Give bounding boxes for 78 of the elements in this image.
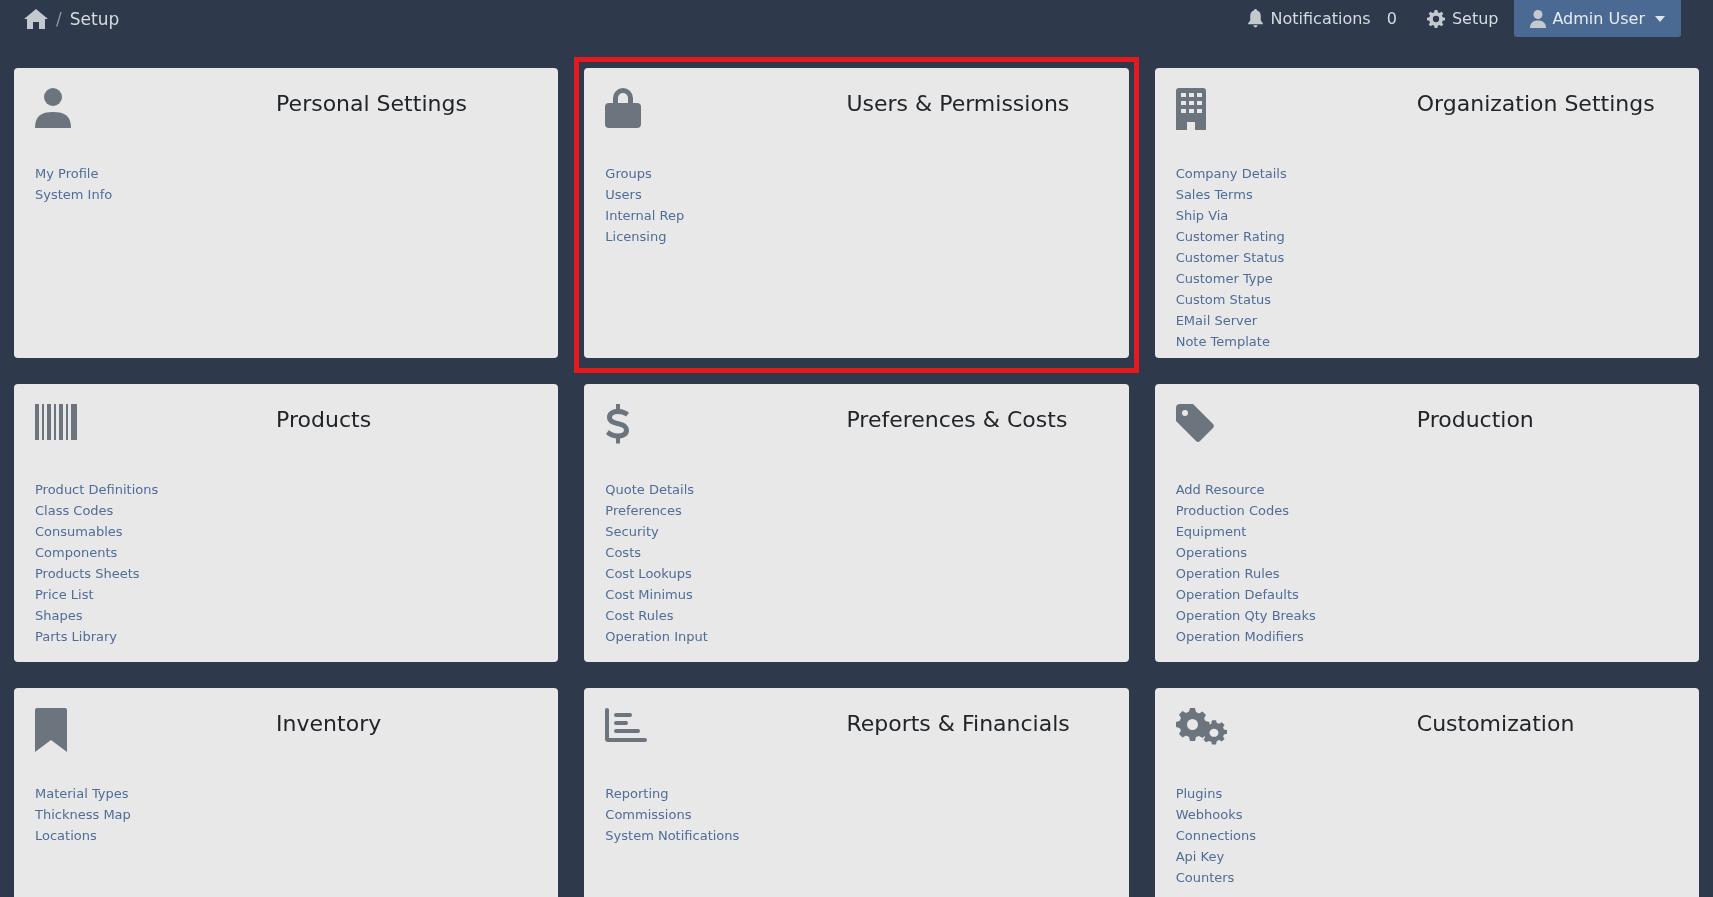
notifications-count: 0 <box>1386 9 1397 28</box>
settings-link[interactable]: Webhooks <box>1175 804 1243 825</box>
settings-link[interactable]: Production Codes <box>1175 500 1289 521</box>
settings-link[interactable]: System Notifications <box>605 825 740 846</box>
settings-link[interactable]: System Info <box>35 184 113 205</box>
user-menu-button[interactable]: Admin User <box>1514 0 1681 37</box>
settings-link[interactable]: Shapes <box>35 605 83 626</box>
card-title: Products <box>276 406 373 432</box>
settings-link[interactable]: Operation Rules <box>1175 563 1280 584</box>
settings-link[interactable]: Ship Via <box>1175 205 1229 226</box>
lock-icon <box>605 88 642 128</box>
home-icon[interactable] <box>24 9 48 29</box>
settings-link[interactable]: Components <box>35 542 118 563</box>
person-icon <box>35 88 71 128</box>
settings-link[interactable]: Customer Type <box>1175 268 1273 289</box>
bar-chart-icon <box>605 708 648 744</box>
settings-link[interactable]: Quote Details <box>605 479 695 500</box>
settings-link[interactable]: Preferences <box>605 500 682 521</box>
settings-link[interactable]: Licensing <box>605 226 667 247</box>
settings-link[interactable]: Operations <box>1175 542 1248 563</box>
settings-link[interactable]: Plugins <box>1175 783 1223 804</box>
settings-link[interactable]: My Profile <box>35 163 99 184</box>
settings-link[interactable]: Reporting <box>605 783 669 804</box>
settings-link[interactable]: Operation Modifiers <box>1175 626 1304 647</box>
settings-link[interactable]: Customer Rating <box>1175 226 1285 247</box>
settings-link[interactable]: Sales Terms <box>1175 184 1253 205</box>
card-title: Users & Permissions <box>846 90 1071 116</box>
settings-link[interactable]: Parts Library <box>35 626 118 647</box>
settings-link[interactable]: Operation Defaults <box>1175 584 1299 605</box>
settings-link[interactable]: Company Details <box>1175 163 1287 184</box>
settings-link[interactable]: Costs <box>605 542 641 563</box>
settings-link[interactable]: Add Resource <box>1175 479 1265 500</box>
breadcrumb-current: Setup <box>69 9 120 29</box>
settings-link[interactable]: Product Definitions <box>35 479 159 500</box>
settings-link[interactable]: EMail Server <box>1175 310 1258 331</box>
bookmark-icon <box>35 708 67 752</box>
settings-link[interactable]: Cost Minimus <box>605 584 693 605</box>
settings-link[interactable]: Thickness Map <box>35 804 131 825</box>
card-title: Personal Settings <box>276 90 468 116</box>
card-title: Production <box>1416 406 1535 432</box>
card-title: Customization <box>1416 710 1576 736</box>
settings-link[interactable]: Cost Lookups <box>605 563 692 584</box>
breadcrumb-separator: / <box>56 9 62 29</box>
caret-icon <box>1655 15 1665 22</box>
settings-link[interactable]: Connections <box>1175 825 1256 846</box>
card-title: Preferences & Costs <box>846 406 1069 432</box>
settings-link[interactable]: Customer Status <box>1175 247 1285 268</box>
settings-link[interactable]: Operation Input <box>605 626 708 647</box>
settings-link[interactable]: Price List <box>35 584 94 605</box>
tag-icon <box>1175 404 1214 442</box>
card-title: Reports & Financials <box>846 710 1071 736</box>
bell-icon <box>1246 9 1264 28</box>
settings-link[interactable]: Groups <box>605 163 652 184</box>
settings-link[interactable]: Commissions <box>605 804 692 825</box>
settings-link[interactable]: Material Types <box>35 783 129 804</box>
card-title: Organization Settings <box>1416 90 1656 116</box>
settings-icon <box>1426 9 1445 28</box>
notifications-label: Notifications <box>1270 9 1371 28</box>
settings-link[interactable]: Security <box>605 521 659 542</box>
settings-link[interactable]: Consumables <box>35 521 123 542</box>
settings-link[interactable]: Operation Qty Breaks <box>1175 605 1316 626</box>
settings-link[interactable]: Class Codes <box>35 500 114 521</box>
settings-link[interactable]: Equipment <box>1175 521 1247 542</box>
barcode-icon <box>35 404 77 440</box>
settings-link[interactable]: Products Sheets <box>35 563 140 584</box>
settings-link[interactable]: Note Template <box>1175 331 1270 352</box>
settings-link[interactable]: Locations <box>35 825 97 846</box>
settings-link[interactable]: Cost Rules <box>605 605 674 626</box>
settings-link[interactable]: Counters <box>1175 867 1235 888</box>
building-icon <box>1175 88 1206 130</box>
user-icon <box>1530 9 1547 28</box>
card-title: Inventory <box>276 710 383 736</box>
notifications-link[interactable]: Notifications <box>1246 9 1371 28</box>
settings-link[interactable]: Users <box>605 184 642 205</box>
settings-link[interactable]: Internal Rep <box>605 205 685 226</box>
settings-link[interactable]: Api Key <box>1175 846 1225 867</box>
settings-link[interactable]: Custom Status <box>1175 289 1272 310</box>
setup-link[interactable]: Setup <box>1426 9 1499 28</box>
